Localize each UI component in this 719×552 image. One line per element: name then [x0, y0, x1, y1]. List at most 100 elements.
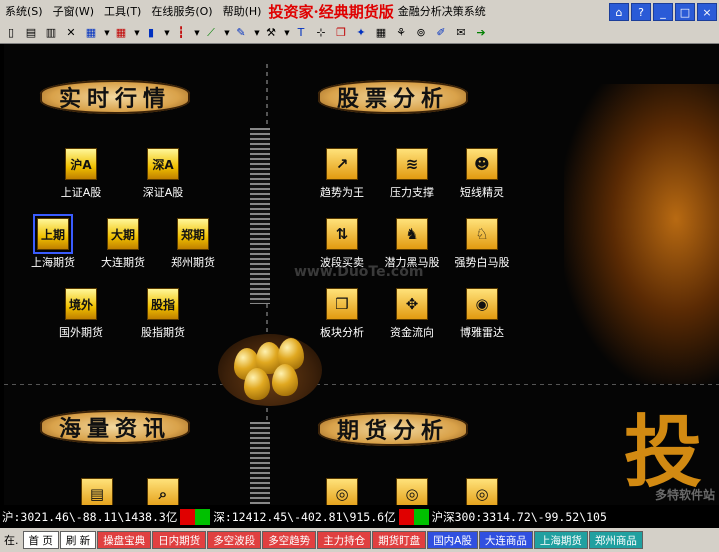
shenzhen-a-share-item[interactable]: 深A 深证A股	[128, 148, 198, 200]
magic-icon[interactable]: ✦	[354, 26, 368, 40]
pressure-support-item[interactable]: ≋ 压力支撑	[377, 148, 447, 200]
trend-king-item[interactable]: ↗ 趋势为王	[307, 148, 377, 200]
home-button[interactable]: ⌂	[609, 3, 629, 21]
pressure-support-label: 压力支撑	[390, 186, 434, 199]
tab-futures-watch[interactable]: 期货盯盘	[372, 531, 427, 549]
table-icon[interactable]: ▦	[114, 26, 128, 40]
index-futures-icon: 股指	[147, 288, 179, 320]
text-icon[interactable]: T	[294, 26, 308, 40]
new-doc-icon[interactable]: ▯	[4, 26, 18, 40]
dalian-futures-label: 大连期货	[101, 256, 145, 269]
dropdown-arrow-icon[interactable]: ▼	[254, 26, 260, 40]
info-report-item[interactable]: ▤	[62, 478, 132, 505]
menu-tools[interactable]: 工具(T)	[99, 3, 146, 19]
gold-coins-image	[564, 84, 719, 384]
white-horse-icon: ♘	[466, 218, 498, 250]
tab-refresh[interactable]: 刷 新	[59, 531, 97, 549]
tab-intraday-futures[interactable]: 日内期货	[152, 531, 207, 549]
boya-radar-label: 博雅雷达	[460, 326, 504, 339]
close-button[interactable]: ×	[697, 3, 717, 21]
calendar-icon[interactable]: ▦	[374, 26, 388, 40]
index-futures-label: 股指期货	[141, 326, 185, 339]
tab-home[interactable]: 首 页	[22, 531, 59, 549]
flow-arrows-icon: ✥	[396, 288, 428, 320]
short-term-spirit-item[interactable]: ☻ 短线精灵	[447, 148, 517, 200]
info-search-item[interactable]: ⌕	[128, 478, 198, 505]
futures-target-item-3[interactable]: ◎	[447, 478, 517, 505]
white-horse-item[interactable]: ♘ 强势白马股	[447, 218, 517, 270]
corner-logo: 多特软件站	[654, 488, 715, 502]
layers-icon[interactable]: ❐	[334, 26, 348, 40]
minimize-button[interactable]: _	[653, 3, 673, 21]
binoculars-icon[interactable]: ⊚	[414, 26, 428, 40]
shenzhen-a-label: 深证A股	[142, 186, 184, 199]
zhengzhou-futures-item[interactable]: 郑期 郑州期货	[158, 218, 228, 270]
target-icon: ◎	[326, 478, 358, 505]
futures-target-item-1[interactable]: ◎	[307, 478, 377, 505]
menu-online-service[interactable]: 在线服务(O)	[146, 3, 217, 19]
divider-horizontal	[4, 384, 719, 385]
pressure-chart-icon: ≋	[396, 148, 428, 180]
menu-system[interactable]: 系统(S)	[0, 3, 48, 19]
status-indicator: 在.	[4, 534, 19, 547]
futures-target-item-2[interactable]: ◎	[377, 478, 447, 505]
menu-subwindow[interactable]: 子窗(W)	[48, 3, 99, 19]
shanghai-futures-item[interactable]: 上期 上海期货	[18, 214, 88, 270]
capital-flow-label: 资金流向	[390, 326, 434, 339]
tab-long-short-band[interactable]: 多空波段	[207, 531, 262, 549]
tab-zhengzhou-commodities[interactable]: 郑州商品	[588, 531, 643, 549]
ticker-hs300: 沪深300:3314.72\-99.52\105	[431, 509, 607, 524]
dark-horse-item[interactable]: ♞ 潜力黑马股	[377, 218, 447, 270]
golden-egg	[272, 364, 298, 396]
dropdown-arrow-icon[interactable]: ▼	[134, 26, 140, 40]
band-chart-icon: ⇅	[326, 218, 358, 250]
band-trading-label: 波段买卖	[320, 256, 364, 269]
tab-domestic-a-shares[interactable]: 国内A股	[427, 531, 478, 549]
tab-long-short-trend[interactable]: 多空趋势	[262, 531, 317, 549]
golden-eggs-nest-image	[218, 334, 322, 406]
bar-chart-icon[interactable]: ▮	[144, 26, 158, 40]
boya-radar-item[interactable]: ◉ 博雅雷达	[447, 288, 517, 340]
stripe-decor-bottom	[250, 422, 270, 504]
target-icon: ◎	[396, 478, 428, 505]
shanghai-a-share-item[interactable]: 沪A 上证A股	[46, 148, 116, 200]
dropdown-arrow-icon[interactable]: ▼	[224, 26, 230, 40]
pen-icon[interactable]: ✐	[434, 26, 448, 40]
help-button[interactable]: ?	[631, 3, 651, 21]
tab-dalian-commodities[interactable]: 大连商品	[478, 531, 533, 549]
menu-help[interactable]: 帮助(H)	[218, 3, 267, 19]
band-trading-item[interactable]: ⇅ 波段买卖	[307, 218, 377, 270]
split-icon[interactable]: ▤	[24, 26, 38, 40]
tools-icon[interactable]: ⚒	[264, 26, 278, 40]
zhengzhou-futures-label: 郑州期货	[171, 256, 215, 269]
ticker-updown-bar	[180, 508, 211, 525]
line-chart-icon[interactable]: ⟋	[204, 26, 218, 40]
foreign-futures-item[interactable]: 境外 国外期货	[46, 288, 116, 340]
tab-main-holdings[interactable]: 主力持仓	[317, 531, 372, 549]
maximize-button[interactable]: □	[675, 3, 695, 21]
news-icon[interactable]: ✎	[234, 26, 248, 40]
network-icon[interactable]: ⚘	[394, 26, 408, 40]
forward-icon[interactable]: ➔	[474, 26, 488, 40]
candle-icon[interactable]: ┇	[174, 26, 188, 40]
crosshair-icon[interactable]: ⊹	[314, 26, 328, 40]
window-controls: ⌂ ? _ □ ×	[609, 3, 717, 21]
grid-icon[interactable]: ▦	[84, 26, 98, 40]
dropdown-arrow-icon[interactable]: ▼	[194, 26, 200, 40]
dropdown-arrow-icon[interactable]: ▼	[104, 26, 110, 40]
mail-icon[interactable]: ✉	[454, 26, 468, 40]
dropdown-arrow-icon[interactable]: ▼	[284, 26, 290, 40]
close-x-icon[interactable]: ✕	[64, 26, 78, 40]
columns-icon[interactable]: ▥	[44, 26, 58, 40]
section-title-info: 海量资讯	[40, 410, 190, 444]
dropdown-arrow-icon[interactable]: ▼	[164, 26, 170, 40]
capital-flow-item[interactable]: ✥ 资金流向	[377, 288, 447, 340]
index-futures-item[interactable]: 股指 股指期货	[128, 288, 198, 340]
tab-trading-guide[interactable]: 操盘宝典	[97, 531, 152, 549]
dalian-futures-item[interactable]: 大期 大连期货	[88, 218, 158, 270]
tab-shanghai-futures[interactable]: 上海期货	[533, 531, 588, 549]
sector-analysis-item[interactable]: ❒ 板块分析	[307, 288, 377, 340]
section-title-quotes: 实时行情	[40, 80, 190, 114]
cubes-icon: ❒	[326, 288, 358, 320]
section-title-stock-analysis: 股票分析	[318, 80, 468, 114]
